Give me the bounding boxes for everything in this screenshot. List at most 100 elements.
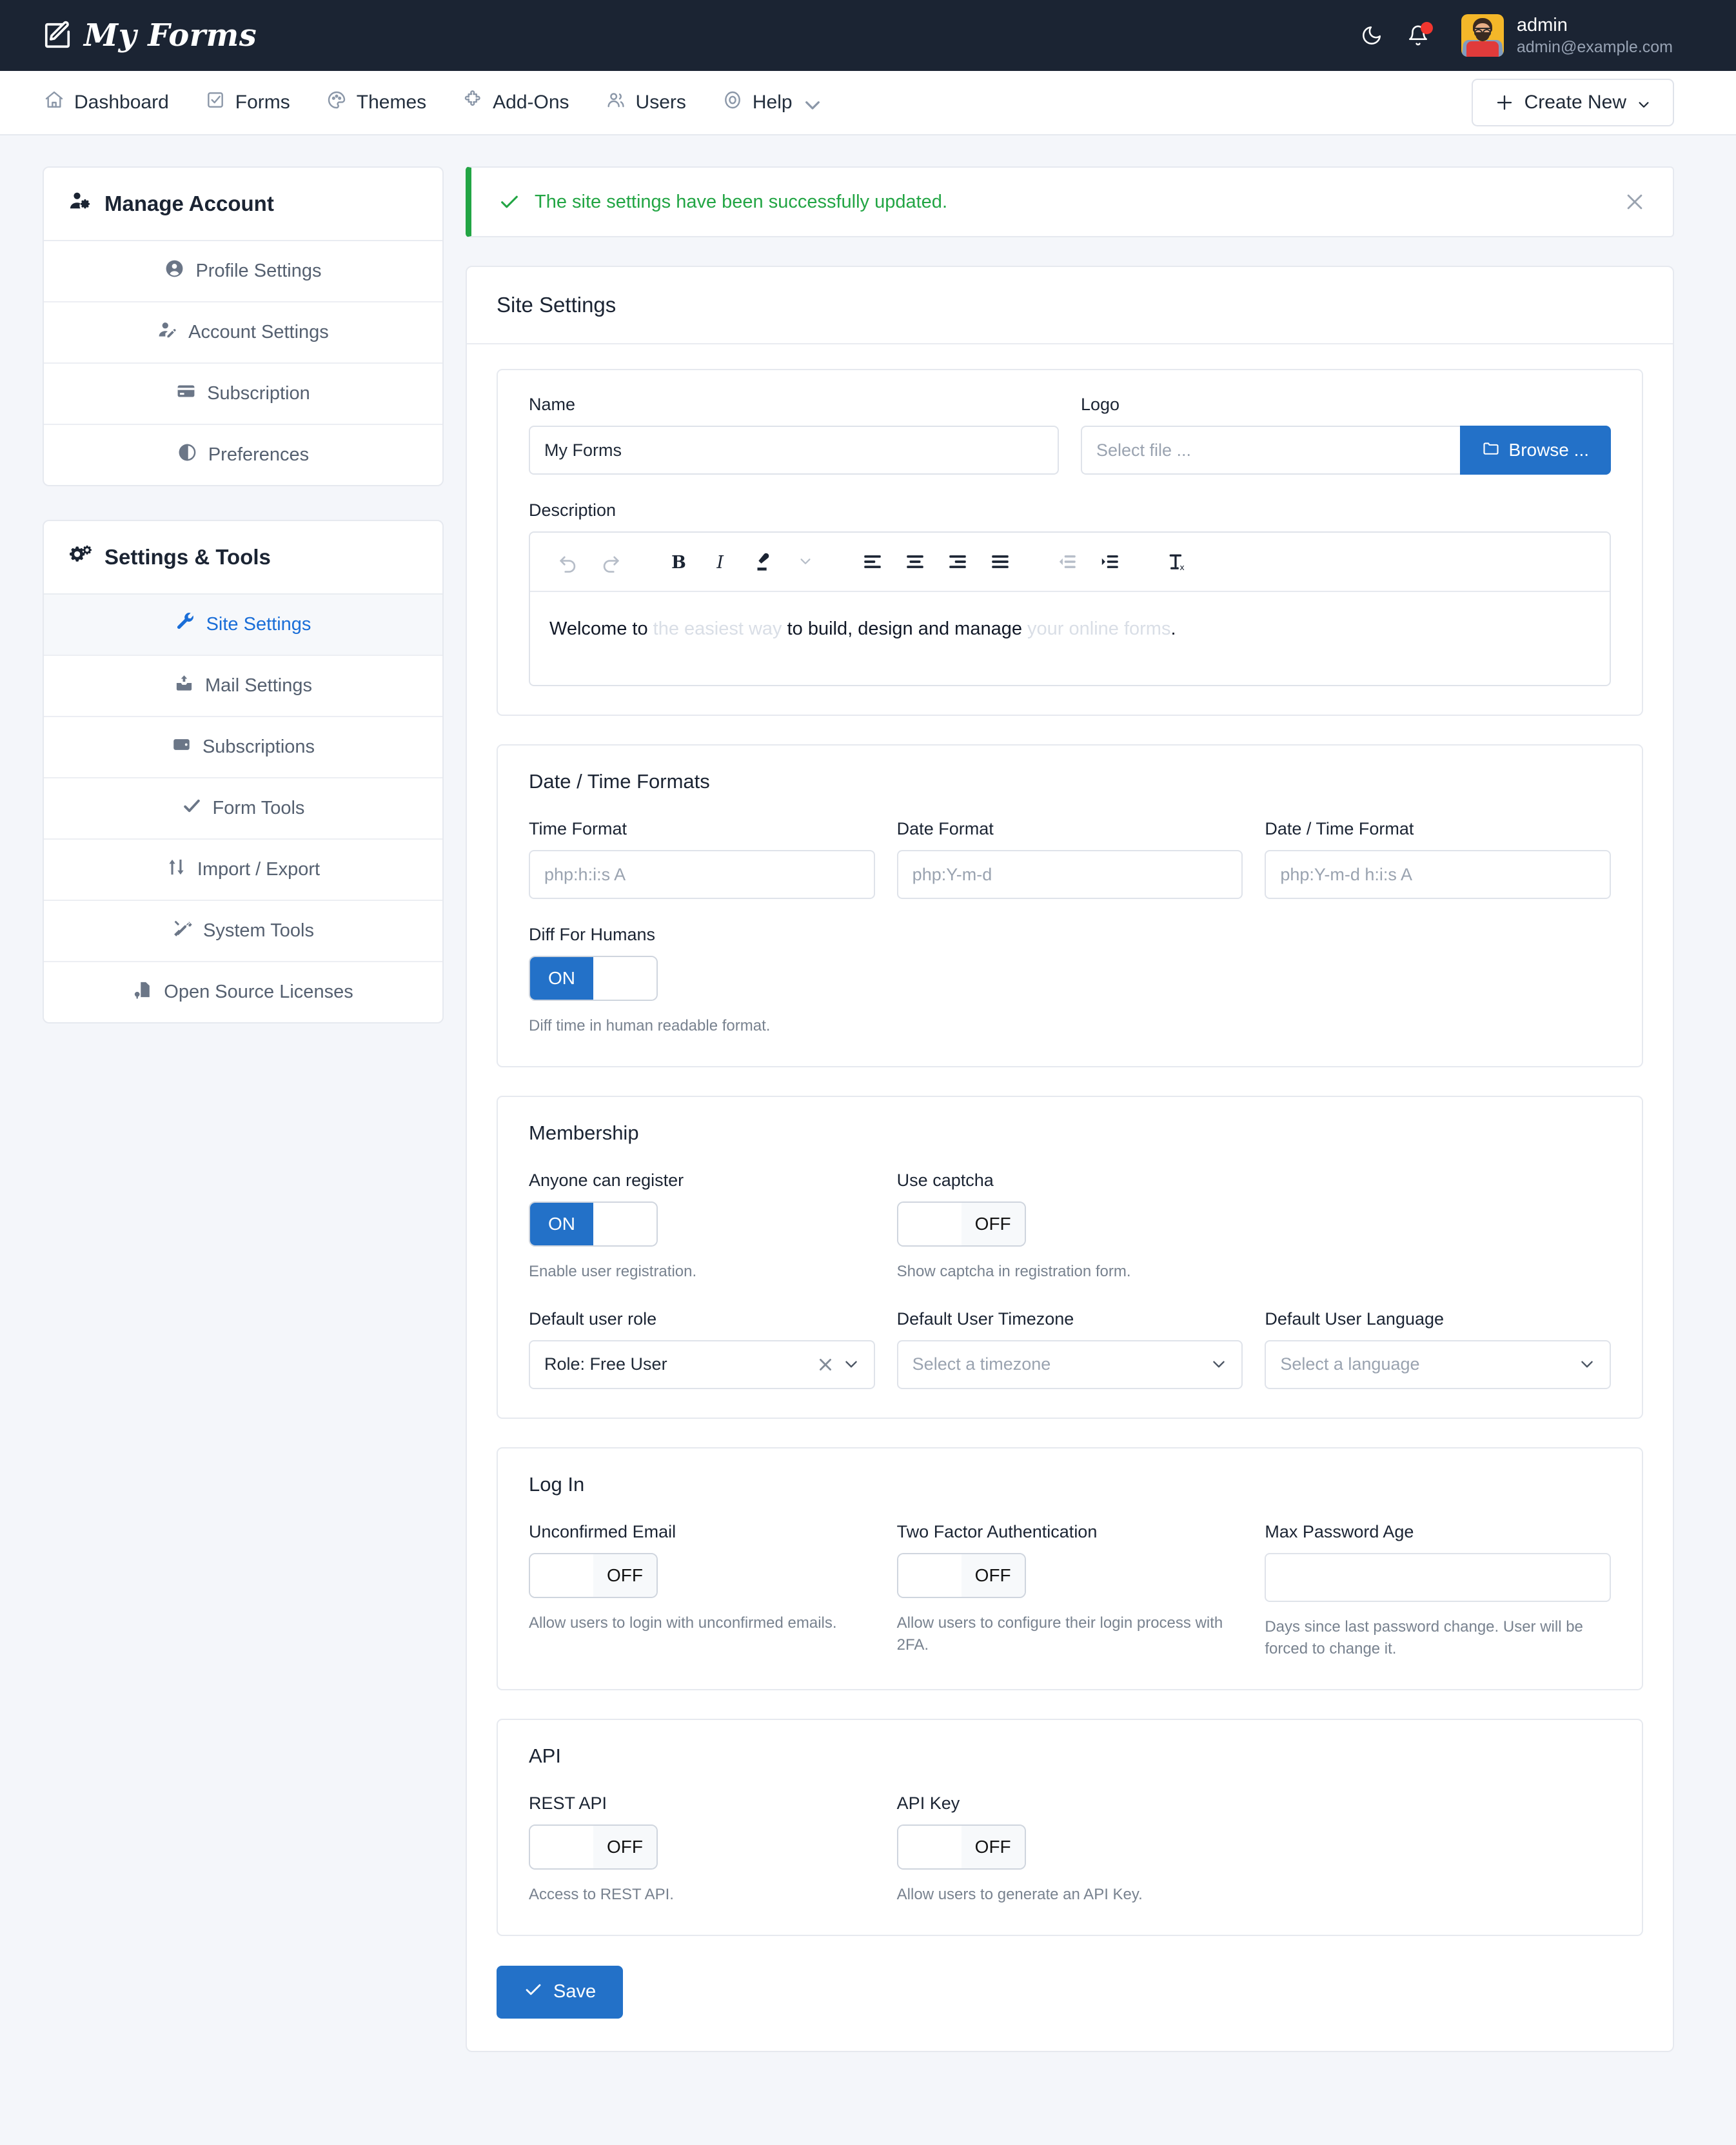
sidebar-item-preferences[interactable]: Preferences bbox=[44, 425, 442, 485]
save-button[interactable]: Save bbox=[497, 1965, 624, 2019]
brand-name: My Forms bbox=[84, 17, 257, 54]
undo-icon[interactable] bbox=[548, 544, 588, 579]
panel-body: Name Logo Browse .. bbox=[467, 344, 1673, 2051]
moon-icon[interactable] bbox=[1361, 25, 1383, 46]
sidebar-item-open-source-licenses[interactable]: Open Source Licenses bbox=[44, 962, 442, 1022]
logo-file-input[interactable] bbox=[1081, 426, 1460, 475]
datetime-format-label: Date / Time Format bbox=[1265, 819, 1414, 838]
chevron-down-icon bbox=[843, 1356, 860, 1373]
chevron-down-icon[interactable] bbox=[785, 544, 825, 579]
description-editor-content[interactable]: Welcome to the easiest way to build, des… bbox=[530, 592, 1610, 685]
browse-button[interactable]: Browse ... bbox=[1459, 426, 1611, 475]
rest-api-help: Access to REST API. bbox=[529, 1886, 674, 1904]
clear-icon[interactable] bbox=[817, 1356, 834, 1373]
desc-part-1: Welcome to bbox=[549, 618, 653, 639]
nav-item-users[interactable]: Users bbox=[606, 90, 686, 115]
role-group: Default user role Role: Free User bbox=[529, 1309, 875, 1389]
italic-icon[interactable]: I bbox=[700, 544, 740, 579]
align-right-icon[interactable] bbox=[938, 544, 978, 579]
rest-api-label: REST API bbox=[529, 1794, 607, 1814]
default-user-language-select[interactable]: Select a language bbox=[1265, 1339, 1612, 1389]
unconfirmed-email-toggle[interactable]: OFF bbox=[529, 1552, 658, 1598]
indent-icon[interactable] bbox=[1090, 544, 1130, 579]
register-help: Enable user registration. bbox=[529, 1262, 697, 1280]
sidebar-item-subscription[interactable]: Subscription bbox=[44, 364, 442, 425]
sidebar-item-label: Form Tools bbox=[212, 798, 305, 818]
desc-part-3: . bbox=[1170, 618, 1176, 639]
datetime-format-input[interactable] bbox=[1265, 850, 1612, 899]
captcha-toggle[interactable]: OFF bbox=[896, 1201, 1026, 1247]
sidebar-item-form-tools[interactable]: Form Tools bbox=[44, 778, 442, 840]
editor-toolbar: B I x bbox=[530, 533, 1610, 592]
captcha-help: Show captcha in registration form. bbox=[896, 1262, 1131, 1280]
sidebar-group-label: Manage Account bbox=[104, 192, 274, 215]
sidebar-item-profile-settings[interactable]: Profile Settings bbox=[44, 241, 442, 302]
brand-logo[interactable]: My Forms bbox=[43, 17, 257, 54]
main-nav: Dashboard Forms Themes Add-Ons Users Hel… bbox=[0, 71, 1736, 135]
unconfirmed-email-label: Unconfirmed Email bbox=[529, 1521, 676, 1541]
clear-formatting-icon[interactable]: x bbox=[1157, 544, 1197, 579]
outdent-icon[interactable] bbox=[1047, 544, 1087, 579]
diff-toggle[interactable]: ON bbox=[529, 956, 658, 1001]
user-gear-icon bbox=[68, 190, 92, 218]
avatar bbox=[1461, 14, 1504, 57]
date-format-input[interactable] bbox=[896, 850, 1243, 899]
api-key-toggle[interactable]: OFF bbox=[896, 1824, 1026, 1870]
default-user-timezone-select[interactable]: Select a timezone bbox=[896, 1339, 1243, 1389]
sidebar-item-subscriptions[interactable]: Subscriptions bbox=[44, 717, 442, 778]
lifebuoy-icon bbox=[722, 90, 743, 115]
api-key-help: Allow users to generate an API Key. bbox=[896, 1886, 1143, 1904]
wrench-icon bbox=[175, 612, 195, 637]
membership-selects-row: Default user role Role: Free User Defaul… bbox=[529, 1309, 1612, 1389]
nav-item-dashboard[interactable]: Dashboard bbox=[44, 90, 169, 115]
login-fieldset: Log In Unconfirmed Email OFF Allow users… bbox=[497, 1447, 1643, 1691]
bell-icon[interactable] bbox=[1407, 22, 1433, 46]
name-input[interactable] bbox=[529, 426, 1059, 475]
align-left-icon[interactable] bbox=[853, 544, 893, 579]
nav-item-themes[interactable]: Themes bbox=[326, 90, 426, 115]
captcha-label: Use captcha bbox=[896, 1170, 994, 1190]
diff-label: Diff For Humans bbox=[529, 925, 656, 944]
desc-faded-1: the easiest way bbox=[653, 618, 782, 639]
toggle-knob bbox=[593, 957, 656, 1000]
sidebar-item-site-settings[interactable]: Site Settings bbox=[44, 595, 442, 656]
default-user-role-select[interactable]: Role: Free User bbox=[529, 1339, 875, 1389]
nav-item-addons[interactable]: Add-Ons bbox=[462, 90, 569, 115]
logo-file-group: Browse ... bbox=[1081, 426, 1611, 475]
date-format-group: Date Format bbox=[896, 819, 1243, 899]
datetime-fieldset: Date / Time Formats Time Format Date For… bbox=[497, 744, 1643, 1067]
create-new-button[interactable]: Create New bbox=[1471, 79, 1674, 126]
sidebar-item-import-export[interactable]: Import / Export bbox=[44, 840, 442, 901]
chevron-down-icon bbox=[1210, 1356, 1227, 1373]
nav-item-forms[interactable]: Forms bbox=[205, 90, 290, 115]
sidebar-item-mail-settings[interactable]: Mail Settings bbox=[44, 656, 442, 717]
plus-icon bbox=[1495, 93, 1514, 112]
twofa-toggle[interactable]: OFF bbox=[896, 1552, 1026, 1598]
tools-icon bbox=[172, 918, 192, 944]
user-email: admin@example.com bbox=[1516, 37, 1673, 56]
rest-api-toggle[interactable]: OFF bbox=[529, 1824, 658, 1870]
register-toggle[interactable]: ON bbox=[529, 1201, 658, 1247]
captcha-group: Use captcha OFF Show captcha in registra… bbox=[896, 1170, 1243, 1283]
datetime-format-group: Date / Time Format bbox=[1265, 819, 1612, 899]
bold-icon[interactable]: B bbox=[658, 544, 698, 579]
redo-icon[interactable] bbox=[591, 544, 631, 579]
sidebar-item-system-tools[interactable]: System Tools bbox=[44, 901, 442, 962]
name-label: Name bbox=[529, 395, 576, 414]
nav-item-help[interactable]: Help bbox=[722, 90, 820, 115]
nav-label: Add-Ons bbox=[493, 92, 569, 113]
time-format-input[interactable] bbox=[529, 850, 875, 899]
highlight-pen-icon[interactable] bbox=[743, 544, 783, 579]
align-center-icon[interactable] bbox=[895, 544, 935, 579]
mail-upload-icon bbox=[174, 673, 194, 698]
user-circle-icon bbox=[164, 259, 184, 284]
sidebar-item-account-settings[interactable]: Account Settings bbox=[44, 302, 442, 364]
align-justify-icon[interactable] bbox=[980, 544, 1020, 579]
role-value: Role: Free User bbox=[544, 1354, 667, 1374]
close-icon[interactable] bbox=[1624, 191, 1646, 213]
user-name: admin bbox=[1516, 14, 1568, 35]
max-password-age-input[interactable] bbox=[1265, 1552, 1612, 1602]
user-menu[interactable]: admin admin@example.com bbox=[1461, 14, 1673, 58]
